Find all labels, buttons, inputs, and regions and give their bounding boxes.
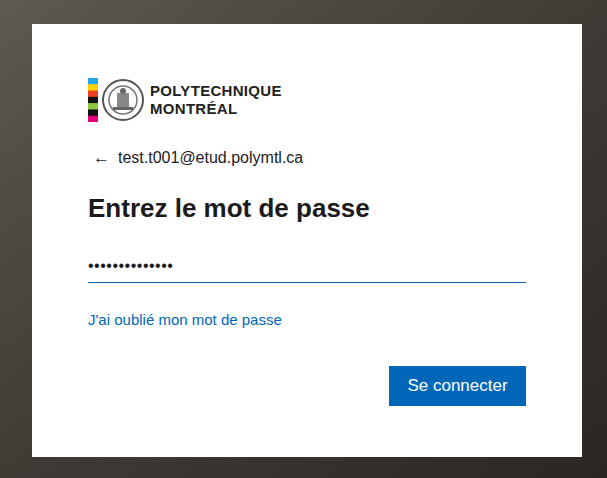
logo-line: MONTRÉAL [150,100,282,118]
logo-text: POLYTECHNIQUEMONTRÉAL [150,82,282,118]
button-row: Se connecter [88,366,526,406]
logo-line: POLYTECHNIQUE [150,82,282,100]
emblem-icon [101,78,145,122]
login-page: POLYTECHNIQUEMONTRÉAL ← test.t001@etud.pol… [0,0,607,478]
heading: Entrez le mot de passe [88,192,526,224]
password-field[interactable]: •••••••••••••• [88,249,526,283]
sign-in-button[interactable]: Se connecter [389,366,526,406]
account-email: test.t001@etud.polymtl.ca [118,148,303,168]
back-arrow-icon[interactable]: ← [93,148,110,168]
logo-stripe-icon [88,78,98,122]
forgot-password-link[interactable]: J'ai oublié mon mot de passe [88,311,282,328]
login-card: POLYTECHNIQUEMONTRÉAL ← test.t001@etud.pol… [32,24,582,457]
link-row: J'ai oublié mon mot de passe [88,308,526,332]
account-row[interactable]: ← test.t001@etud.polymtl.ca [88,148,526,168]
logo: POLYTECHNIQUEMONTRÉAL [88,78,526,122]
